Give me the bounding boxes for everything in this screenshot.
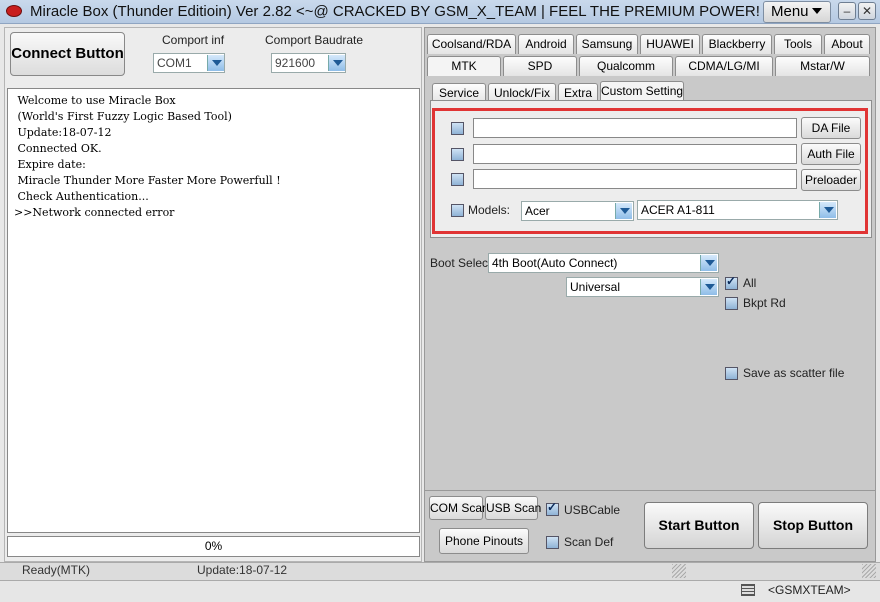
- status-grip: [672, 564, 686, 578]
- comport-chevron-down-icon[interactable]: [207, 55, 224, 71]
- log-line: Connected OK.: [14, 142, 102, 155]
- boot-select-label: Boot Select:: [430, 256, 495, 270]
- com-scan-button[interactable]: COM Scan: [429, 496, 489, 520]
- auth-file-checkbox[interactable]: [451, 148, 464, 161]
- bkpt-rd-label: Bkpt Rd: [743, 296, 786, 310]
- model-value: ACER A1-811: [641, 203, 715, 217]
- model-chevron-down-icon[interactable]: [819, 202, 836, 218]
- status-ready: Ready(MTK): [22, 563, 91, 577]
- log-line: Welcome to use Miracle Box: [14, 94, 176, 107]
- tab-qualcomm[interactable]: Qualcomm: [579, 56, 673, 76]
- usbcable-label: USBCable: [564, 503, 621, 517]
- comport-label: Comport inf: [162, 33, 225, 47]
- close-button[interactable]: ✕: [858, 2, 876, 20]
- tab-spd[interactable]: SPD: [503, 56, 577, 76]
- boot-chevron-down-icon[interactable]: [700, 255, 717, 271]
- keyboard-icon: [741, 584, 755, 596]
- log-line: Expire date:: [14, 158, 86, 171]
- auth-file-input[interactable]: [473, 144, 797, 164]
- da-file-button[interactable]: DA File: [801, 117, 861, 139]
- log-line: >>Network connected error: [14, 206, 175, 219]
- usb-scan-button[interactable]: USB Scan: [485, 496, 541, 520]
- all-checkbox[interactable]: [725, 274, 738, 290]
- tab-huawei[interactable]: HUAWEI: [640, 34, 700, 54]
- tab-cdma-lg-mi[interactable]: CDMA/LG/MI: [675, 56, 773, 76]
- preloader-input[interactable]: [473, 169, 797, 189]
- tab-coolsand-rda[interactable]: Coolsand/RDA: [427, 34, 516, 54]
- tab-mstar-w[interactable]: Mstar/W: [775, 56, 870, 76]
- window-title: Miracle Box (Thunder Editioin) Ver 2.82 …: [30, 3, 797, 20]
- baudrate-value: 921600: [275, 56, 316, 70]
- baudrate-label: Comport Baudrate: [265, 33, 364, 47]
- boot-select[interactable]: 4th Boot(Auto Connect): [488, 253, 719, 273]
- stop-button[interactable]: Stop Button: [758, 502, 868, 549]
- log-line: (World's First Fuzzy Logic Based Tool): [14, 110, 232, 123]
- brand-value: Acer: [525, 204, 550, 218]
- mode-value: Universal: [570, 280, 621, 294]
- tab-tools[interactable]: Tools: [774, 34, 822, 54]
- scatter-label: Save as scatter file: [743, 366, 845, 380]
- divider: [424, 490, 876, 491]
- menu-chevron-down-icon: [812, 8, 822, 14]
- model-select[interactable]: ACER A1-811: [637, 200, 838, 220]
- mode-select[interactable]: Universal: [566, 277, 719, 297]
- mode-chevron-down-icon[interactable]: [700, 279, 717, 295]
- tab-samsung[interactable]: Samsung: [576, 34, 638, 54]
- connect-button[interactable]: Connect Button: [10, 32, 125, 76]
- all-label: All: [743, 276, 757, 290]
- comport-value: COM1: [157, 56, 192, 70]
- scan-def-checkbox[interactable]: [546, 536, 559, 549]
- minimize-button[interactable]: –: [838, 2, 856, 20]
- progress-bar: 0%: [7, 536, 420, 557]
- status-update: Update:18-07-12: [197, 563, 288, 577]
- auth-file-button[interactable]: Auth File: [801, 143, 861, 165]
- tab-mtk[interactable]: MTK: [427, 56, 501, 76]
- start-button[interactable]: Start Button: [644, 502, 754, 549]
- da-file-checkbox[interactable]: [451, 122, 464, 135]
- scatter-checkbox[interactable]: [725, 367, 738, 380]
- tab-android[interactable]: Android: [518, 34, 574, 54]
- brand-chevron-down-icon[interactable]: [615, 203, 632, 219]
- usbcable-checkbox[interactable]: [546, 500, 559, 516]
- tab-about[interactable]: About: [824, 34, 870, 54]
- baudrate-chevron-down-icon[interactable]: [328, 55, 345, 71]
- tab-blackberry[interactable]: Blackberry: [702, 34, 772, 54]
- models-label: Models:: [468, 203, 511, 217]
- boot-value: 4th Boot(Auto Connect): [492, 256, 618, 270]
- preloader-checkbox[interactable]: [451, 173, 464, 186]
- log-output[interactable]: Welcome to use Miracle Box (World's Firs…: [7, 88, 420, 533]
- app-logo-icon: [6, 5, 22, 17]
- resize-grip[interactable]: [862, 564, 876, 578]
- bkpt-rd-checkbox[interactable]: [725, 297, 738, 310]
- da-file-input[interactable]: [473, 118, 797, 138]
- progress-text: 0%: [204, 539, 223, 553]
- log-line: Check Authentication...: [14, 190, 149, 203]
- status-bar: [0, 562, 880, 580]
- phone-pinouts-button[interactable]: Phone Pinouts: [439, 528, 529, 554]
- log-line: Update:18-07-12: [14, 126, 112, 139]
- scan-def-label: Scan Def: [564, 535, 614, 549]
- models-checkbox[interactable]: [451, 204, 464, 217]
- team-label: <GSMXTEAM>: [768, 583, 851, 597]
- log-line: Miracle Thunder More Faster More Powerfu…: [14, 174, 281, 187]
- preloader-button[interactable]: Preloader: [801, 169, 861, 191]
